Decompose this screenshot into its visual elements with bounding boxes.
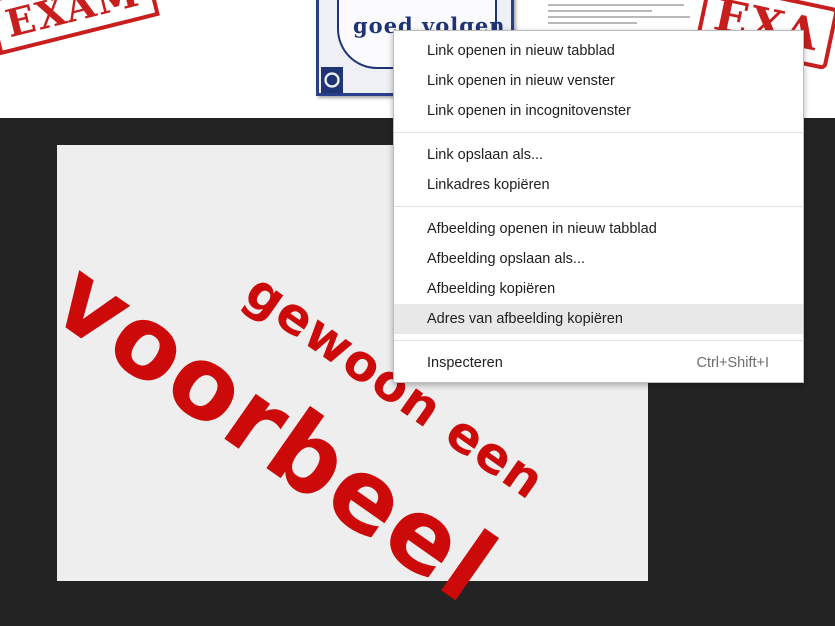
menu-item-label: Afbeelding opslaan als... xyxy=(427,251,585,267)
menu-item[interactable]: Inspecteren Ctrl+Shift+I xyxy=(394,348,803,378)
menu-item-shortcut: Ctrl+Shift+I xyxy=(696,355,769,371)
menu-item-label: Afbeelding openen in nieuw tabblad xyxy=(427,221,657,237)
menu-separator xyxy=(394,206,803,207)
menu-separator xyxy=(394,132,803,133)
menu-item-label: Link opslaan als... xyxy=(427,147,544,163)
doc-line xyxy=(548,10,652,12)
menu-item[interactable]: Adres van afbeelding kopiëren xyxy=(394,304,803,334)
context-menu: Link openen in nieuw tabblad Link openen … xyxy=(393,30,804,383)
menu-item-label: Link openen in nieuw venster xyxy=(427,73,615,89)
tile-ornament-icon xyxy=(321,67,343,93)
menu-item[interactable]: Link opslaan als... xyxy=(394,140,803,170)
exam-stamp-thumbnail[interactable]: EXAM xyxy=(0,0,160,56)
menu-item[interactable]: Link openen in incognitovenster xyxy=(394,96,803,126)
menu-item[interactable]: Afbeelding openen in nieuw tabblad xyxy=(394,214,803,244)
doc-line xyxy=(548,4,685,6)
menu-item[interactable]: Afbeelding kopiëren xyxy=(394,274,803,304)
doc-line xyxy=(548,22,637,24)
doc-line xyxy=(548,16,691,18)
menu-item-label: Adres van afbeelding kopiëren xyxy=(427,311,623,327)
menu-item[interactable]: Linkadres kopiëren xyxy=(394,170,803,200)
menu-item-label: Link openen in incognitovenster xyxy=(427,103,631,119)
menu-item[interactable]: Link openen in nieuw venster xyxy=(394,66,803,96)
menu-item-label: Afbeelding kopiëren xyxy=(427,281,556,297)
menu-item-label: Linkadres kopiëren xyxy=(427,177,550,193)
menu-item[interactable]: Afbeelding opslaan als... xyxy=(394,244,803,274)
menu-separator xyxy=(394,340,803,341)
left-stamp-text: EXAM xyxy=(1,0,145,47)
menu-item[interactable]: Link openen in nieuw tabblad xyxy=(394,36,803,66)
menu-item-label: Inspecteren xyxy=(427,355,503,371)
menu-item-label: Link openen in nieuw tabblad xyxy=(427,43,615,59)
